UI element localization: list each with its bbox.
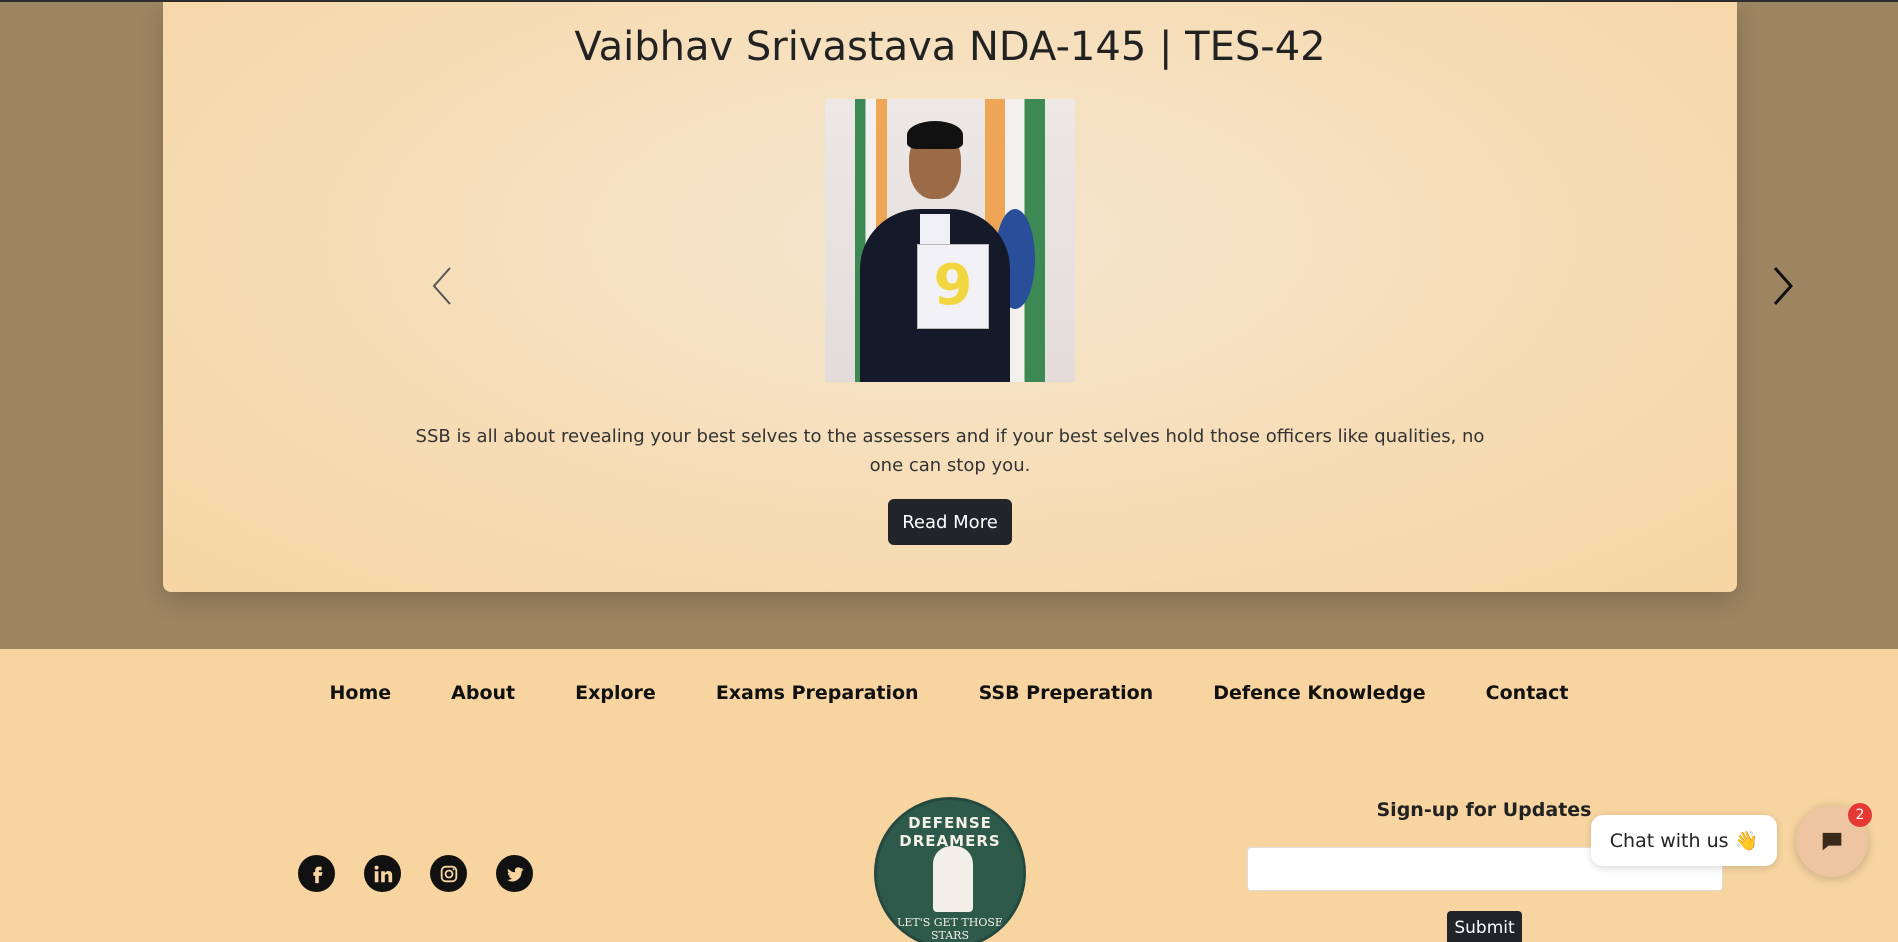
footer: Home About Explore Exams Preparation SSB… [0, 649, 1898, 942]
person-hair [907, 121, 963, 149]
linkedin-icon [374, 865, 392, 882]
read-more-button[interactable]: Read More [888, 499, 1012, 545]
footer-link-contact[interactable]: Contact [1486, 682, 1569, 704]
logo-top-text: DEFENSE DREAMERS [899, 814, 1001, 850]
carousel-prev-button[interactable] [428, 264, 458, 308]
logo-bottom-text: LET'S GET THOSE STARS [897, 916, 1003, 942]
chat-with-us-bubble[interactable]: Chat with us 👋 [1591, 815, 1777, 866]
facebook-link[interactable] [298, 855, 335, 892]
footer-link-ssb-preperation[interactable]: SSB Preperation [979, 682, 1154, 704]
twitter-icon [506, 866, 523, 881]
footer-link-explore[interactable]: Explore [575, 682, 656, 704]
footer-link-about[interactable]: About [451, 682, 515, 704]
footer-nav: Home About Explore Exams Preparation SSB… [0, 682, 1898, 704]
social-links [298, 855, 533, 892]
footer-link-home[interactable]: Home [330, 682, 392, 704]
testimonial-quote: SSB is all about revealing your best sel… [415, 426, 1485, 476]
chevron-left-icon [432, 267, 451, 305]
chevron-right-icon [1773, 267, 1794, 305]
instagram-link[interactable] [430, 855, 467, 892]
testimonial-photo: 9 [825, 99, 1075, 382]
chest-bib: 9 [917, 244, 989, 329]
twitter-link[interactable] [496, 855, 533, 892]
carousel-next-button[interactable] [1767, 264, 1797, 308]
chat-icon [1822, 832, 1842, 851]
facebook-icon [312, 866, 322, 883]
footer-link-exams-preparation[interactable]: Exams Preparation [716, 682, 919, 704]
signup-submit-button[interactable]: Submit [1447, 911, 1522, 942]
defense-dreamers-logo: DEFENSE DREAMERS LET'S GET THOSE STARS [874, 797, 1026, 942]
instagram-icon [440, 865, 457, 882]
chat-unread-badge: 2 [1848, 803, 1872, 827]
testimonial-card: Vaibhav Srivastava NDA-145 | TES-42 9 SS… [163, 2, 1794, 592]
soldier-icon [933, 846, 973, 912]
footer-link-defence-knowledge[interactable]: Defence Knowledge [1213, 682, 1425, 704]
bib-number: 9 [933, 253, 973, 318]
linkedin-link[interactable] [364, 855, 401, 892]
testimonial-title: Vaibhav Srivastava NDA-145 | TES-42 [574, 24, 1326, 70]
